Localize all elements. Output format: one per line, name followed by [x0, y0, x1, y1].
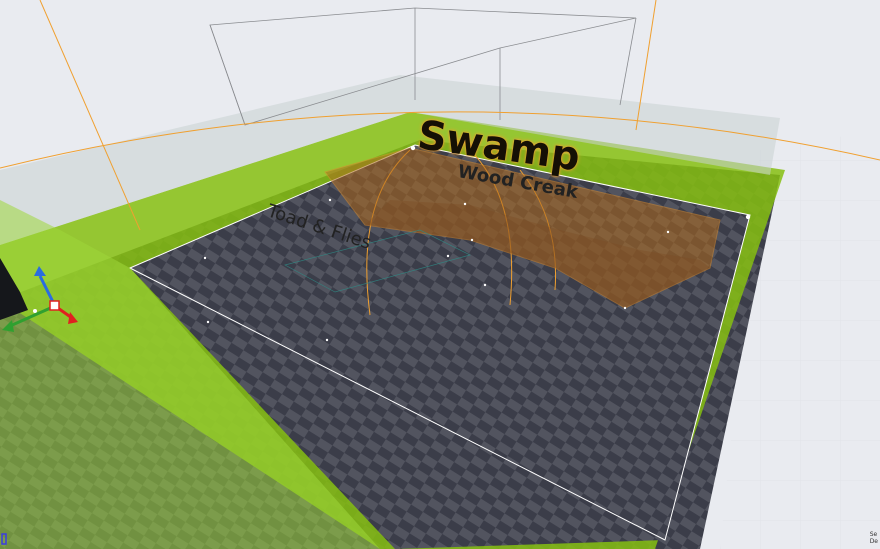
- viewport-stat-line: Se: [869, 531, 878, 538]
- editor-viewport[interactable]: Swamp Wood Creak Toad & Flies Se De: [0, 0, 880, 549]
- viewport-stat-line: De: [869, 538, 878, 545]
- pivot-marker-icon: [1, 533, 7, 545]
- level-scene[interactable]: [0, 0, 880, 549]
- viewport-stats: Se De: [870, 531, 878, 545]
